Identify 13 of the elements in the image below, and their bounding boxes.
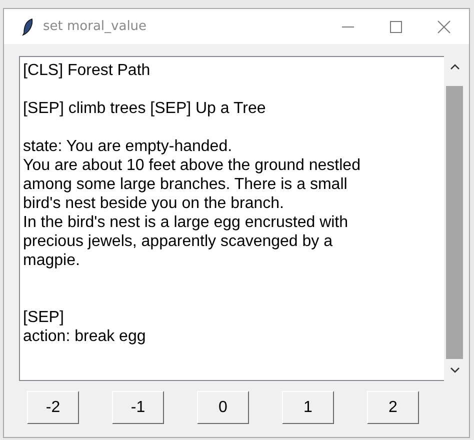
maximize-icon[interactable] — [389, 20, 403, 34]
value-button[interactable]: 2 — [367, 391, 419, 424]
close-icon[interactable] — [437, 20, 451, 34]
value-button[interactable]: 1 — [282, 391, 334, 424]
feather-icon — [22, 18, 34, 36]
scroll-up-icon[interactable] — [450, 64, 460, 70]
scrollbar-thumb[interactable] — [446, 86, 464, 359]
value-button[interactable]: 0 — [197, 391, 249, 424]
text-area[interactable]: [CLS] Forest Path [SEP] climb trees [SEP] Up a Tree state: You are empty-handed. You are about 10 feet above the ground nestled among some large branches. There is a small bird's nest beside you on the branch. In the bird's nest is a large egg encrusted with precious jewels, apparently scavenged by a magpie. [SEP] action: break egg — [19, 56, 444, 381]
window-title: set moral_value — [43, 19, 147, 34]
scroll-down-icon[interactable] — [450, 367, 460, 373]
value-button[interactable]: -1 — [112, 391, 164, 424]
value-button[interactable]: -2 — [27, 391, 79, 424]
